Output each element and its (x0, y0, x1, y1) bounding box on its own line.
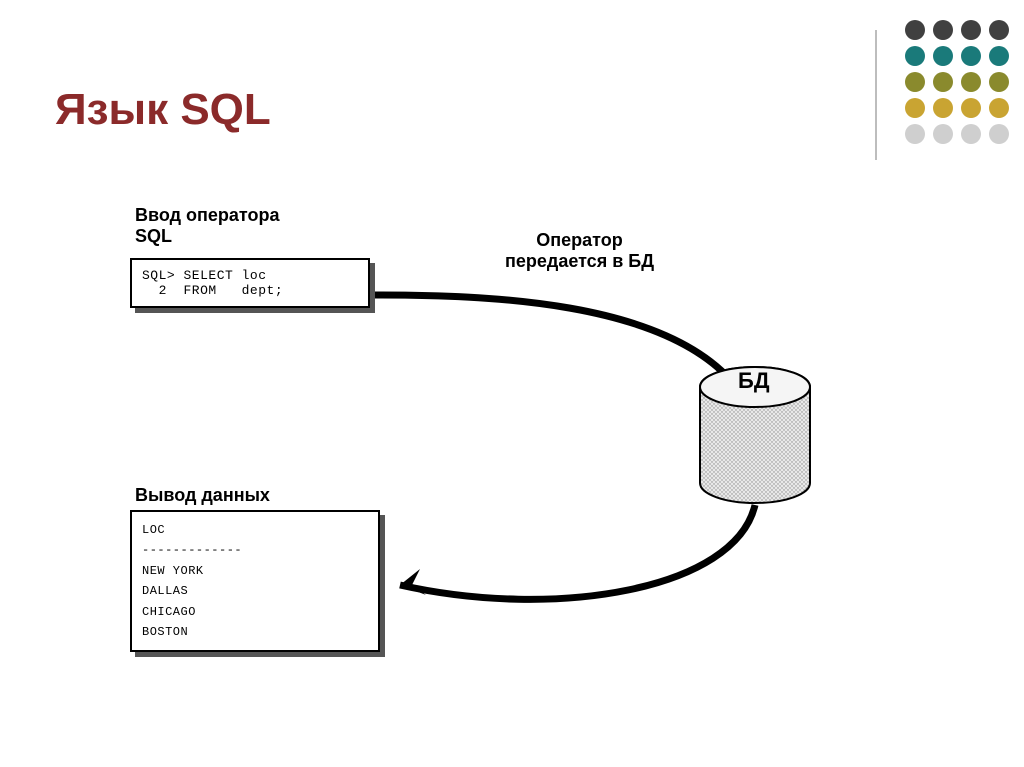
decorative-dot (961, 98, 981, 118)
decorative-dot (905, 46, 925, 66)
decorative-dot (989, 20, 1009, 40)
sql-flow-diagram: Ввод оператора SQL SQL> SELECT loc 2 FRO… (110, 200, 910, 730)
title-divider (875, 30, 877, 160)
decorative-dot (905, 98, 925, 118)
sql-output-box: LOC ------------- NEW YORK DALLAS CHICAG… (130, 510, 380, 652)
database-label: БД (738, 368, 770, 394)
decorative-dot (905, 20, 925, 40)
decorative-dot (905, 72, 925, 92)
decorative-dot (961, 46, 981, 66)
decorative-dot (933, 46, 953, 66)
decorative-dot (989, 72, 1009, 92)
sql-input-box: SQL> SELECT loc 2 FROM dept; (130, 258, 370, 308)
decorative-dot (989, 46, 1009, 66)
page-title: Язык SQL (55, 85, 271, 135)
decorative-dot (933, 20, 953, 40)
decorative-dot-grid (905, 20, 1009, 144)
decorative-dot (961, 124, 981, 144)
decorative-dot (989, 124, 1009, 144)
decorative-dot (961, 20, 981, 40)
decorative-dot (989, 98, 1009, 118)
decorative-dot (905, 124, 925, 144)
decorative-dot (933, 98, 953, 118)
decorative-dot (933, 124, 953, 144)
output-box-title: Вывод данных (135, 485, 270, 506)
decorative-dot (933, 72, 953, 92)
decorative-dot (961, 72, 981, 92)
arrow-caption: Оператор передается в БД (505, 230, 654, 272)
arrow-from-db-icon (375, 490, 775, 650)
input-box-title: Ввод оператора SQL (135, 205, 279, 247)
